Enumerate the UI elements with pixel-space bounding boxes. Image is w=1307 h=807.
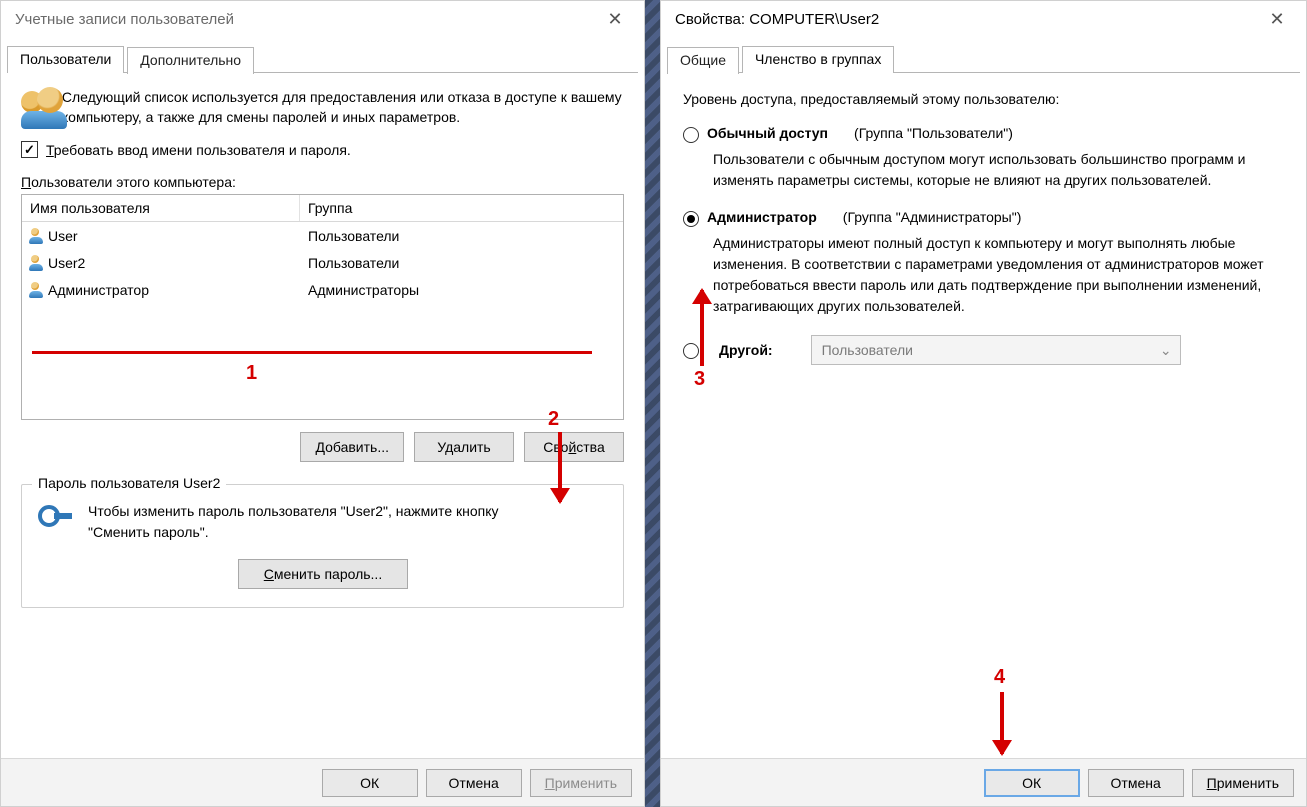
user-list-label: Пользователи этого компьютера: (21, 174, 624, 190)
cell-group: Администраторы (300, 282, 623, 298)
cell-group: Пользователи (300, 255, 623, 271)
window-title: Свойства: COMPUTER\User2 (675, 11, 879, 28)
apply-button[interactable]: Применить (1192, 769, 1294, 797)
apply-button[interactable]: Применить (530, 769, 632, 797)
cell-username: Администратор (48, 282, 149, 298)
radio-standard-label: Обычный доступ (707, 125, 828, 141)
cancel-button[interactable]: Отмена (426, 769, 522, 797)
remove-button[interactable]: Удалить (414, 432, 514, 462)
list-item[interactable]: Администратор Администраторы (22, 276, 623, 303)
radio-admin-desc: Администраторы имеют полный доступ к ком… (713, 233, 1273, 317)
require-login-label: Требовать ввод имени пользователя и паро… (46, 142, 351, 158)
intro-text: Следующий список используется для предос… (62, 87, 624, 129)
window-title: Учетные записи пользователей (15, 11, 234, 28)
tab-users[interactable]: Пользователи (7, 46, 124, 73)
change-password-button[interactable]: Сменить пароль... (238, 559, 408, 589)
require-login-checkbox[interactable] (21, 141, 38, 158)
add-button[interactable]: Добавить... (300, 432, 404, 462)
password-group-title: Пароль пользователя User2 (32, 475, 226, 491)
user-icon (28, 228, 44, 244)
properties-button[interactable]: Свойства (524, 432, 624, 462)
radio-standard[interactable] (683, 127, 699, 143)
tab-membership[interactable]: Членство в группах (742, 46, 894, 73)
radio-admin[interactable] (683, 211, 699, 227)
close-icon[interactable]: ✕ (1256, 4, 1298, 34)
col-username[interactable]: Имя пользователя (22, 195, 300, 221)
radio-admin-note: (Группа "Администраторы") (843, 209, 1022, 225)
ok-button[interactable]: ОК (984, 769, 1080, 797)
tab-general[interactable]: Общие (667, 47, 739, 74)
radio-admin-label: Администратор (707, 209, 817, 225)
radio-other-label: Другой: (719, 342, 773, 358)
user-icon (28, 255, 44, 271)
cell-group: Пользователи (300, 228, 623, 244)
listview-header: Имя пользователя Группа (22, 195, 623, 222)
dialog-buttons: ОК Отмена Применить (661, 758, 1306, 806)
key-icon (38, 501, 74, 537)
list-item[interactable]: User Пользователи (22, 222, 623, 249)
user-icon (28, 282, 44, 298)
close-icon[interactable]: ✕ (594, 4, 636, 34)
other-group-combo[interactable]: Пользователи ⌄ (811, 335, 1181, 365)
tabstrip: Общие Членство в группах (667, 45, 1300, 73)
cell-username: User2 (48, 255, 85, 271)
radio-other[interactable] (683, 343, 699, 359)
chevron-down-icon: ⌄ (1160, 342, 1172, 359)
window-divider (645, 0, 660, 807)
access-level-hint: Уровень доступа, предоставляемый этому п… (683, 91, 1284, 107)
user-listview[interactable]: Имя пользователя Группа User Пользовател… (21, 194, 624, 420)
cell-username: User (48, 228, 78, 244)
col-group[interactable]: Группа (300, 195, 623, 221)
user-properties-window: Свойства: COMPUTER\User2 ✕ Общие Членств… (660, 0, 1307, 807)
list-item[interactable]: User2 Пользователи (22, 249, 623, 276)
ok-button[interactable]: ОК (322, 769, 418, 797)
users-icon (21, 87, 48, 129)
user-accounts-window: Учетные записи пользователей ✕ Пользоват… (0, 0, 645, 807)
dialog-buttons: ОК Отмена Применить (1, 758, 644, 806)
titlebar: Свойства: COMPUTER\User2 ✕ (661, 1, 1306, 37)
cancel-button[interactable]: Отмена (1088, 769, 1184, 797)
password-hint: Чтобы изменить пароль пользователя "User… (88, 501, 558, 543)
tab-advanced[interactable]: Дополнительно (127, 47, 254, 74)
radio-standard-desc: Пользователи с обычным доступом могут ис… (713, 149, 1273, 191)
tabstrip: Пользователи Дополнительно (7, 45, 638, 73)
titlebar: Учетные записи пользователей ✕ (1, 1, 644, 37)
combo-value: Пользователи (822, 342, 913, 358)
radio-standard-note: (Группа "Пользователи") (854, 125, 1013, 141)
password-groupbox: Пароль пользователя User2 Чтобы изменить… (21, 484, 624, 608)
